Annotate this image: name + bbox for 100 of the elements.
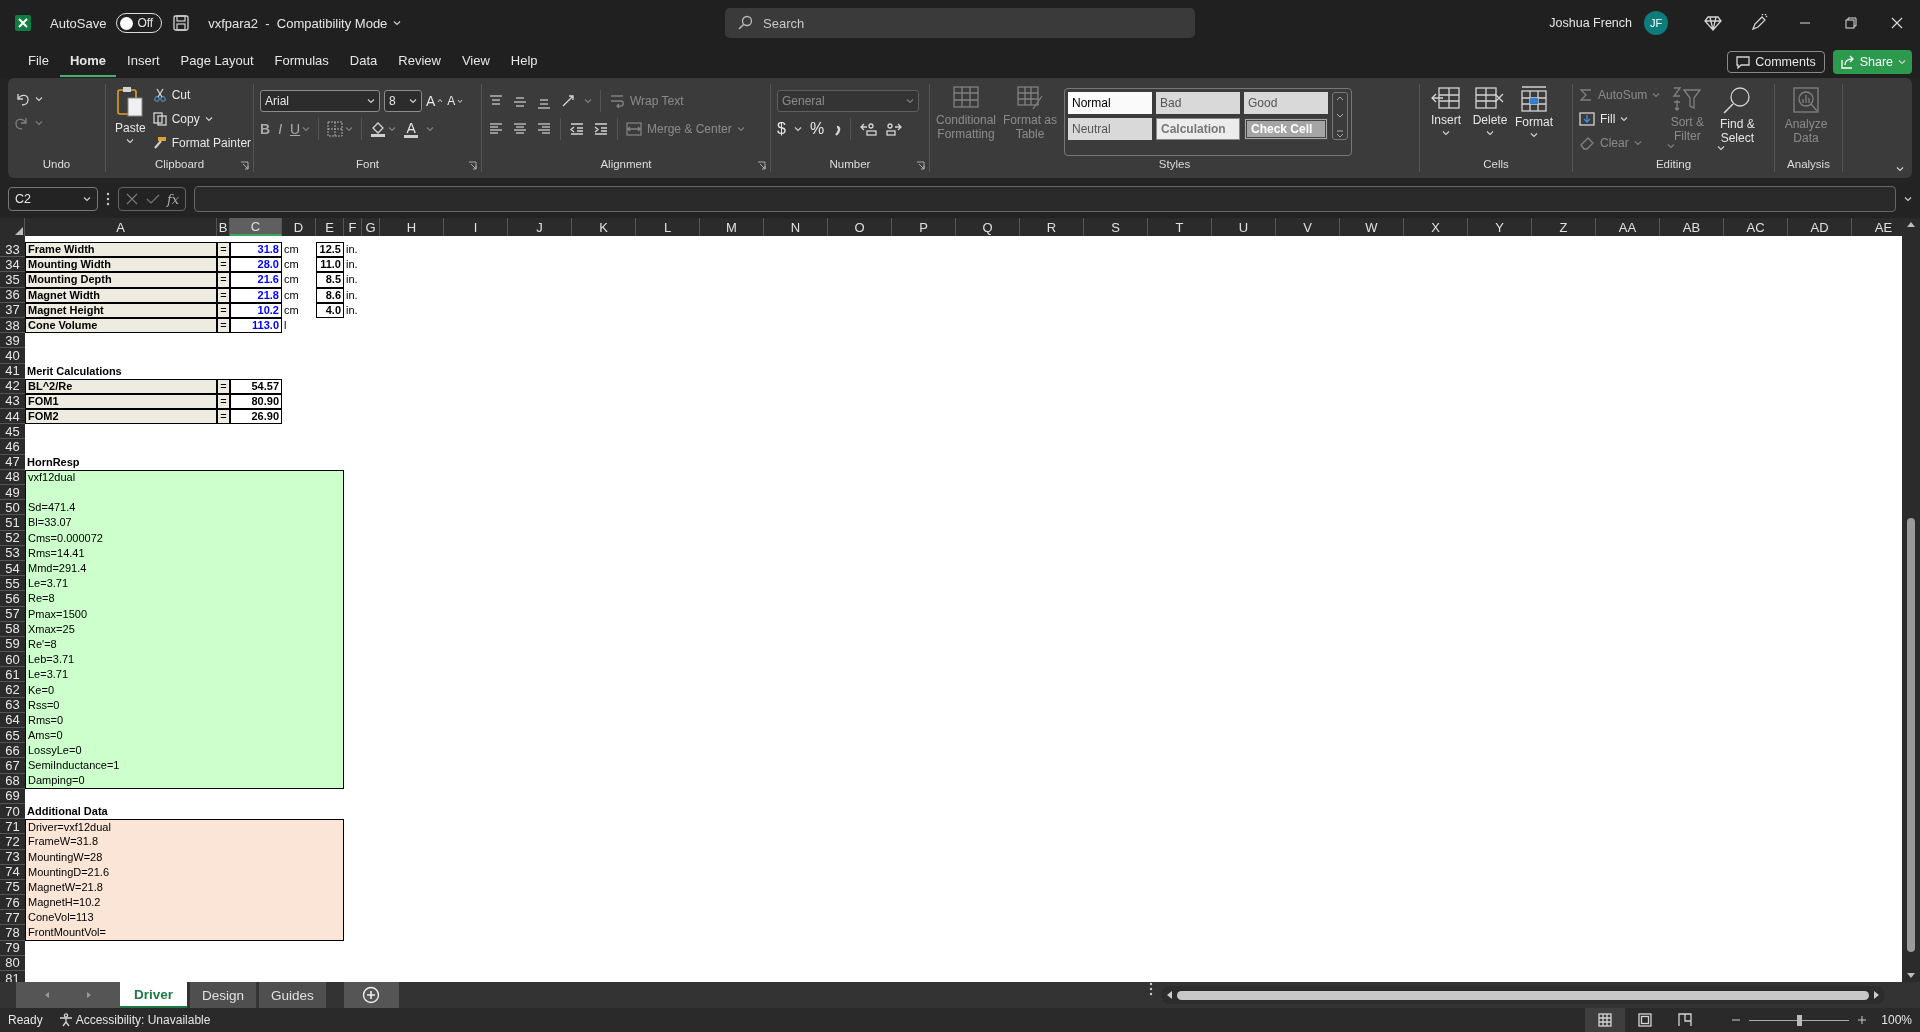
cell-style-option[interactable]: Good (1244, 92, 1328, 114)
editing-command-button[interactable]: Fill (1579, 108, 1629, 130)
sheet-tab[interactable]: Design (190, 982, 257, 1008)
cell-style-option[interactable]: Calculation (1156, 118, 1240, 140)
cells-command-button[interactable]: Format (1514, 84, 1554, 156)
caret-icon (793, 126, 802, 132)
currency-button[interactable]: $ (777, 120, 786, 138)
borders-button[interactable] (327, 121, 354, 137)
row-header[interactable]: 50 (0, 500, 25, 516)
dialog-launcher[interactable] (916, 161, 925, 170)
view-button[interactable] (1585, 1008, 1626, 1032)
row-header[interactable]: 55 (0, 576, 25, 592)
document-title[interactable]: vxfpara2 - Compatibility Mode (208, 15, 402, 31)
align-left-icon (488, 121, 504, 137)
row-header[interactable]: 78 (0, 925, 25, 941)
row-header[interactable]: 34 (0, 257, 25, 273)
eraser-icon (1579, 136, 1595, 150)
caret-icon (35, 96, 43, 102)
cell-style-option[interactable]: Normal (1068, 92, 1152, 114)
italic-button[interactable]: I (278, 121, 282, 137)
copy-button[interactable]: Copy (152, 108, 213, 130)
previous-sheet-button[interactable] (44, 991, 50, 999)
ribbon-tab[interactable]: Help (500, 47, 548, 77)
name-box[interactable]: C2 (8, 187, 98, 211)
insert-function-button[interactable]: fx (167, 191, 180, 207)
row-header[interactable]: 60 (0, 652, 25, 668)
row-header[interactable]: 40 (0, 348, 25, 364)
vertical-scrollbar[interactable] (1902, 218, 1920, 982)
ribbon-tab[interactable]: Page Layout (170, 47, 264, 77)
collapse-ribbon-button[interactable] (1896, 166, 1904, 172)
row-header[interactable]: 67 (0, 758, 25, 774)
value-cell: 80.90 (230, 393, 282, 410)
horizontal-scrollbar[interactable] (1161, 986, 1885, 1004)
dialog-launcher[interactable] (757, 161, 766, 170)
row-header[interactable]: 46 (0, 439, 25, 455)
comments-button[interactable]: Comments (1727, 51, 1825, 73)
group-label: Clipboard (154, 158, 205, 170)
zoom-in-button[interactable] (1857, 1015, 1868, 1025)
cut-button[interactable]: Cut (152, 84, 191, 106)
align-center-icon (512, 121, 528, 137)
font-size-field[interactable]: 8 (384, 90, 422, 112)
sheet-tab[interactable]: Guides (259, 982, 326, 1008)
ribbon-tab[interactable]: File (18, 47, 59, 77)
row-header[interactable]: 56 (0, 591, 25, 607)
row-header[interactable]: 66 (0, 743, 25, 759)
unit-cell-text: cm (283, 272, 300, 288)
underline-button[interactable]: U (290, 121, 311, 137)
row-header[interactable]: 35 (0, 272, 25, 288)
accessibility-status[interactable]: Accessibility: Unavailable (75, 1013, 211, 1027)
label-cell: Mounting Depth (25, 272, 217, 288)
user-avatar[interactable]: JF (1644, 11, 1668, 35)
analyze-chart-icon (1792, 86, 1820, 114)
zoom-level[interactable]: 100% (1881, 1013, 1912, 1027)
ribbon-tab[interactable]: View (451, 47, 500, 77)
row-header[interactable]: 76 (0, 895, 25, 911)
ribbon-tab[interactable]: Data (339, 47, 388, 77)
new-sheet-button[interactable] (343, 982, 399, 1008)
fill-color-button[interactable] (370, 121, 397, 137)
row-header[interactable]: 61 (0, 667, 25, 683)
ribbon-tab[interactable]: Formulas (264, 47, 339, 77)
caret-icon (83, 196, 91, 202)
dialog-launcher[interactable] (468, 161, 477, 170)
row-header[interactable]: 72 (0, 834, 25, 850)
cell-style-option[interactable]: Neutral (1068, 118, 1152, 140)
decrease-font-button[interactable]: A (447, 94, 464, 108)
cells-command-button[interactable]: Delete (1470, 84, 1510, 156)
value-cell: 10.2 (230, 302, 282, 318)
zoom-slider[interactable] (1749, 1014, 1850, 1026)
ribbon-tab[interactable]: Review (388, 47, 451, 77)
row-header[interactable]: 71 (0, 819, 25, 835)
row-header[interactable]: 65 (0, 728, 25, 744)
diamond-icon (1704, 15, 1722, 31)
row-header[interactable]: 39 (0, 333, 25, 349)
sheet-tab[interactable]: Driver (120, 982, 188, 1008)
cells-command-button[interactable]: Insert (1426, 84, 1466, 156)
share-button[interactable]: Share (1832, 50, 1912, 74)
search-field[interactable]: Search (725, 8, 1195, 38)
row-header[interactable]: 33 (0, 242, 25, 258)
paste-button[interactable]: Paste (112, 84, 149, 156)
increase-font-button[interactable]: A (426, 93, 444, 109)
caret-icon (367, 98, 375, 104)
font-color-button[interactable]: A (404, 120, 419, 138)
next-sheet-button[interactable] (86, 991, 92, 999)
row-header[interactable]: 44 (0, 409, 25, 425)
percent-button[interactable]: % (809, 120, 825, 138)
ribbon-tab[interactable]: Insert (117, 47, 170, 77)
column-header[interactable]: C (230, 218, 282, 236)
row-header[interactable]: 51 (0, 515, 25, 531)
row-header[interactable]: 49 (0, 485, 25, 501)
row-header[interactable]: 45 (0, 424, 25, 440)
format-painter-button[interactable]: Format Painter (152, 132, 252, 154)
bold-button[interactable]: B (260, 121, 271, 137)
cell-style-option[interactable]: Bad (1156, 92, 1240, 114)
font-name-field[interactable]: Arial (260, 90, 380, 112)
dialog-launcher[interactable] (240, 161, 249, 170)
row-header[interactable]: 62 (0, 682, 25, 698)
formula-input[interactable] (194, 186, 1896, 212)
editing-command-button[interactable]: Find & Select (1714, 84, 1761, 156)
row-header[interactable]: 77 (0, 910, 25, 926)
page-layout-icon (1638, 1013, 1653, 1027)
